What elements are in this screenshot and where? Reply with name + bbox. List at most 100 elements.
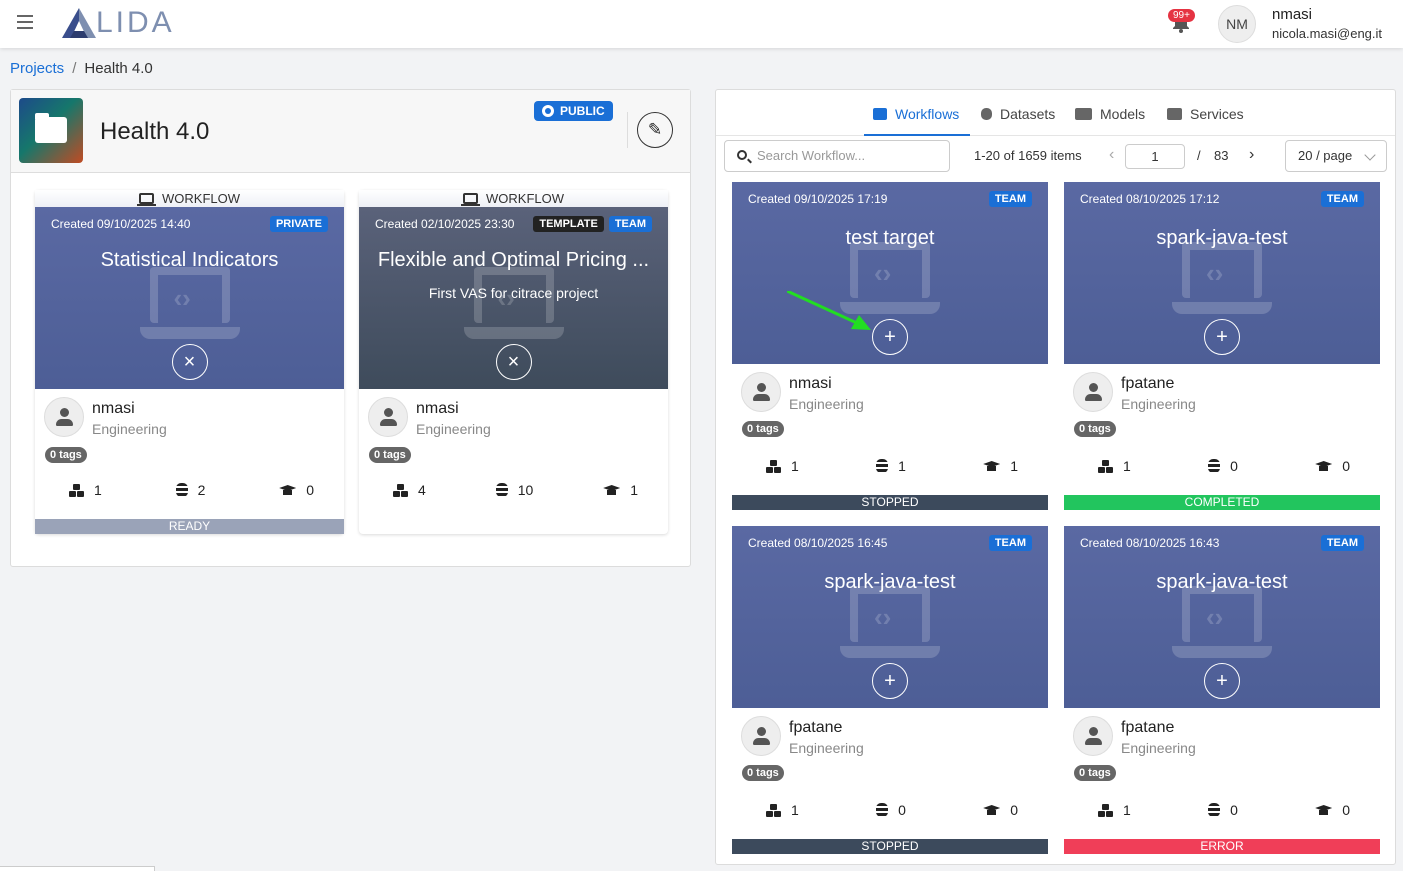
workflow-card[interactable]: Created 08/10/2025 16:43 TEAM ‹› spark-j…	[1064, 526, 1380, 854]
header-divider	[627, 112, 628, 148]
owner-info: nmasi Engineering	[732, 364, 1048, 422]
code-laptop-icon: ‹›	[139, 267, 240, 339]
cubes-icon	[1098, 459, 1113, 473]
workflow-title: spark-java-test	[824, 571, 956, 593]
graduation-cap-icon	[1075, 108, 1092, 120]
project-header: Health 4.0 PUBLIC ✎	[11, 90, 690, 173]
card-banner: Created 08/10/2025 16:43 TEAM ‹› spark-j…	[1064, 526, 1380, 708]
workflow-card[interactable]: Created 08/10/2025 16:45 TEAM ‹› spark-j…	[732, 526, 1048, 854]
tab-label: Services	[1190, 106, 1244, 122]
tab-datasets[interactable]: Datasets	[981, 106, 1055, 122]
tags-badge: 0 tags	[742, 765, 784, 781]
search-placeholder: Search Workflow...	[757, 148, 866, 163]
workflow-title: Flexible and Optimal Pricing ...	[377, 249, 650, 271]
tab-services[interactable]: Services	[1167, 106, 1244, 122]
services-count: 1	[791, 802, 799, 818]
services-count: 1	[94, 482, 102, 498]
tags-badge: 0 tags	[369, 447, 411, 463]
remove-workflow-button[interactable]: ×	[171, 344, 208, 380]
project-folder-icon	[19, 98, 83, 163]
tags-badge: 0 tags	[1074, 765, 1116, 781]
menu-icon[interactable]	[17, 15, 33, 29]
plus-icon: +	[1216, 326, 1228, 348]
database-icon	[876, 803, 889, 817]
add-to-project-button[interactable]: +	[872, 319, 908, 355]
owner-department: Engineering	[92, 421, 167, 437]
project-workflow-card[interactable]: WORKFLOW Created 02/10/2025 23:30 TEMPLA…	[359, 190, 668, 534]
cubes-icon	[1098, 803, 1113, 817]
workflow-title: spark-java-test	[1156, 227, 1288, 249]
card-stats: 1 0 0	[732, 802, 1048, 818]
graduation-cap-icon	[983, 460, 1000, 472]
card-stats: 1 1 1	[732, 458, 1048, 474]
cubes-icon	[1167, 108, 1182, 120]
database-icon	[495, 483, 508, 497]
graduation-cap-icon	[1315, 804, 1332, 816]
owner-info: fpatane Engineering	[732, 708, 1048, 766]
workflow-card[interactable]: Created 09/10/2025 17:19 TEAM ‹› test ta…	[732, 182, 1048, 510]
bottom-edge-tab	[0, 866, 155, 871]
workflow-title: test target	[845, 227, 935, 249]
card-type-label: WORKFLOW	[359, 190, 668, 207]
created-date: Created 02/10/2025 23:30	[375, 217, 515, 231]
card-kind: WORKFLOW	[486, 191, 564, 206]
datasets-count: 0	[898, 802, 906, 818]
add-to-project-button[interactable]: +	[872, 663, 908, 699]
owner-info: nmasi Engineering	[359, 389, 668, 447]
card-stats: 1 2 0	[35, 482, 344, 498]
prev-page-button[interactable]: ‹	[1109, 146, 1114, 164]
page-size-select[interactable]: 20 / page	[1285, 140, 1387, 172]
search-input[interactable]: Search Workflow...	[724, 140, 950, 172]
annotation-arrow-icon	[787, 291, 871, 330]
workflow-title: spark-java-test	[1156, 571, 1288, 593]
breadcrumb-projects-link[interactable]: Projects	[10, 60, 64, 77]
user-avatar-icon	[1073, 716, 1113, 756]
tab-models[interactable]: Models	[1075, 106, 1145, 122]
breadcrumb-current: Health 4.0	[84, 60, 153, 77]
user-avatar[interactable]: NM	[1218, 5, 1256, 43]
services-count: 1	[1123, 458, 1131, 474]
app-logo[interactable]: LIDA	[62, 6, 175, 39]
cubes-icon	[766, 803, 781, 817]
datasets-count: 1	[898, 458, 906, 474]
datasets-count: 0	[1230, 458, 1238, 474]
services-count: 1	[1123, 802, 1131, 818]
project-workflow-card[interactable]: WORKFLOW Created 09/10/2025 14:40 PRIVAT…	[35, 190, 344, 534]
tags-badge: 0 tags	[742, 421, 784, 437]
visibility-label: PUBLIC	[560, 104, 605, 118]
tags-badge: 0 tags	[45, 447, 87, 463]
user-avatar-icon	[1073, 372, 1113, 412]
user-email: nicola.masi@eng.it	[1272, 26, 1383, 41]
card-banner: Created 09/10/2025 17:19 TEAM ‹› test ta…	[732, 182, 1048, 364]
graduation-cap-icon	[1315, 460, 1332, 472]
workflow-description: First VAS for citrace project	[428, 285, 599, 301]
owner-info: fpatane Engineering	[1064, 708, 1380, 766]
owner-name: nmasi	[789, 375, 832, 392]
user-avatar-icon	[741, 716, 781, 756]
add-to-project-button[interactable]: +	[1204, 663, 1240, 699]
pagination-info: 1-20 of 1659 items	[974, 148, 1082, 163]
models-count: 0	[1342, 458, 1350, 474]
add-to-project-button[interactable]: +	[1204, 319, 1240, 355]
models-count: 0	[1342, 802, 1350, 818]
next-page-button[interactable]: ›	[1249, 146, 1254, 164]
datasets-count: 2	[197, 482, 206, 498]
code-laptop-icon: ‹›	[1172, 586, 1272, 658]
page-number-input[interactable]: 1	[1125, 144, 1185, 169]
cubes-icon	[766, 459, 781, 473]
card-type-label: WORKFLOW	[35, 190, 344, 207]
top-bar: LIDA 99+ NM nmasi nicola.masi@eng.it	[0, 0, 1403, 48]
edit-project-button[interactable]: ✎	[637, 112, 673, 148]
status-bar: READY	[35, 519, 344, 534]
project-panel: Health 4.0 PUBLIC ✎ WORKFLOW Created 09/…	[10, 89, 691, 567]
tab-workflows[interactable]: Workflows	[873, 106, 959, 122]
tab-label: Datasets	[1000, 106, 1056, 122]
status-bar: ERROR	[1064, 839, 1380, 854]
workflow-card[interactable]: Created 08/10/2025 17:12 TEAM ‹› spark-j…	[1064, 182, 1380, 510]
visibility-badge: TEAM	[1320, 535, 1364, 551]
owner-name: nmasi	[92, 400, 135, 417]
owner-info: fpatane Engineering	[1064, 364, 1380, 422]
database-icon	[1208, 459, 1221, 473]
created-date: Created 08/10/2025 17:12	[1080, 192, 1220, 206]
remove-workflow-button[interactable]: ×	[495, 344, 532, 380]
